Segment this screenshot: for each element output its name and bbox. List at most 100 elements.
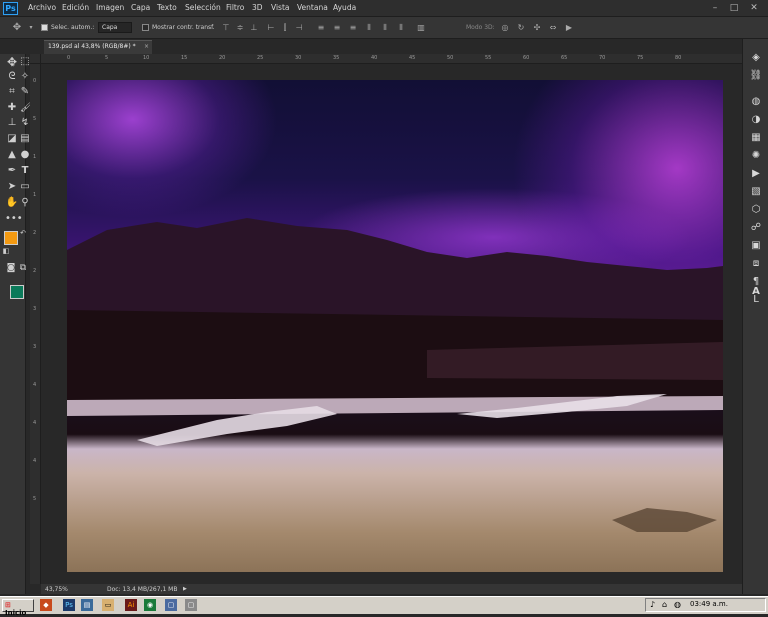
distribute-hcenter-icon[interactable]: ⦀	[380, 23, 390, 32]
volume-icon[interactable]: ♪	[650, 600, 655, 609]
menu-seleccion[interactable]: Selección	[185, 3, 221, 12]
brush-icon[interactable]: 🖌	[20, 101, 33, 115]
close-tab-icon[interactable]: ×	[144, 43, 149, 50]
status-menu-arrow-icon[interactable]: ▶	[183, 586, 187, 592]
distribute-right-icon[interactable]: ⦀	[396, 23, 406, 32]
show-transform-label: Mostrar contr. transf.	[152, 24, 215, 31]
menu-texto[interactable]: Texto	[157, 3, 177, 12]
zoom-level[interactable]: 43,75%	[45, 586, 68, 593]
more-icon[interactable]: •••	[5, 212, 23, 226]
align-top-icon[interactable]: ⊤	[221, 23, 231, 32]
adjustments-icon[interactable]: ◍	[749, 95, 763, 109]
scale-3d-icon[interactable]: ▶	[564, 23, 574, 32]
app2-taskbar-icon[interactable]: ▢	[185, 599, 197, 611]
horizontal-ruler[interactable]: 0 5 10 15 20 25 30 35 40 45 50 55 60 65 …	[41, 54, 742, 64]
pen-icon[interactable]: ✒	[5, 164, 19, 178]
distribute-top-icon[interactable]: ≡	[316, 23, 326, 32]
move-icon[interactable]: ✥	[5, 55, 19, 69]
history-brush-icon[interactable]: ↯	[20, 116, 30, 130]
zoom-icon[interactable]: ⚲	[20, 196, 30, 210]
auto-select-checkbox[interactable]	[41, 24, 48, 31]
menu-imagen[interactable]: Imagen	[96, 3, 124, 12]
start-button[interactable]: ⊞ Inicio	[2, 599, 34, 617]
healing-icon[interactable]: ✚	[5, 101, 19, 115]
distribute-bottom-icon[interactable]: ≡	[348, 23, 358, 32]
settings-icon[interactable]: ✺	[749, 149, 763, 163]
slide-3d-icon[interactable]: ⇔	[548, 23, 558, 32]
drag-3d-icon[interactable]: ✣	[532, 23, 542, 32]
type-panel-icon[interactable]: A	[749, 285, 763, 299]
shape-icon[interactable]: ▭	[20, 180, 30, 194]
orbit-3d-icon[interactable]: ◎	[500, 23, 510, 32]
quick-mask-icon[interactable]: ◙	[4, 261, 18, 275]
background-color-swatch[interactable]	[10, 285, 24, 299]
photoshop-taskbar-icon[interactable]: Ps	[63, 599, 75, 611]
menu-archivo[interactable]: Archivo	[28, 3, 56, 12]
ruler-tick: 4	[33, 382, 37, 388]
type-icon[interactable]: T	[20, 164, 30, 178]
crop-icon[interactable]: ⌗	[5, 85, 19, 99]
3d-panel-icon[interactable]: ⬡	[749, 203, 763, 217]
document-tab[interactable]: 139.psd al 43,8% (RGB/8#) * ×	[44, 40, 152, 54]
menu-ventana[interactable]: Ventana	[297, 3, 328, 12]
brush-panel-icon[interactable]: ▧	[749, 185, 763, 199]
menu-filtro[interactable]: Filtro	[226, 3, 244, 12]
swatches-icon[interactable]: ▦	[749, 131, 763, 145]
swap-colors-icon[interactable]: ↶	[19, 226, 27, 240]
timeline-icon[interactable]: ⧈	[749, 257, 763, 271]
blur-icon[interactable]: ▲	[5, 148, 19, 162]
foreground-color-swatch[interactable]	[4, 231, 18, 245]
lasso-icon[interactable]: ᘓ	[5, 70, 19, 84]
eyedropper-icon[interactable]: ✎	[20, 85, 30, 99]
align-left-icon[interactable]: ⊢	[266, 23, 276, 32]
distribute-left-icon[interactable]: ⦀	[364, 23, 374, 32]
menu-vista[interactable]: Vista	[271, 3, 290, 12]
align-vcenter-icon[interactable]: ≑	[235, 23, 245, 32]
auto-align-icon[interactable]: ▥	[416, 23, 426, 32]
stamp-icon[interactable]: ⊥	[5, 116, 19, 130]
play-icon[interactable]: ▶	[749, 167, 763, 181]
close-button[interactable]: ✕	[748, 2, 760, 14]
antivirus-icon[interactable]: ◍	[674, 600, 681, 609]
properties-icon[interactable]: ☍	[749, 221, 763, 235]
align-hcenter-icon[interactable]: ⫿	[280, 23, 290, 32]
color-icon[interactable]: ◑	[749, 113, 763, 127]
menu-ayuda[interactable]: Ayuda	[333, 3, 356, 12]
explorer-taskbar-icon[interactable]: ▤	[81, 599, 93, 611]
app-taskbar-icon[interactable]: ▢	[165, 599, 177, 611]
align-right-icon[interactable]: ⊣	[294, 23, 304, 32]
eraser-icon[interactable]: ◪	[5, 132, 19, 146]
chevron-down-icon[interactable]: ▾	[26, 23, 36, 32]
channels-icon[interactable]: ⛓	[749, 69, 763, 83]
gradient-icon[interactable]: ▤	[20, 132, 30, 146]
screen-mode-icon[interactable]: ⧉	[18, 261, 28, 275]
layers-icon[interactable]: ◈	[749, 51, 763, 65]
menu-3d[interactable]: 3D	[252, 3, 263, 12]
ruler-origin[interactable]	[30, 54, 41, 64]
folder-taskbar-icon[interactable]: ▭	[102, 599, 114, 611]
hand-icon[interactable]: ✋	[5, 196, 19, 210]
vertical-ruler[interactable]: 0 5 1 1 2 2 3 3 4 4 4 5	[30, 64, 41, 584]
menu-edicion[interactable]: Edición	[62, 3, 89, 12]
magic-wand-icon[interactable]: ✧	[20, 70, 30, 84]
illustrator-taskbar-icon[interactable]: Ai	[125, 599, 137, 611]
distribute-vcenter-icon[interactable]: ≡	[332, 23, 342, 32]
move-tool-preset-icon[interactable]: ✥	[12, 23, 22, 33]
clock[interactable]: 03:49 a.m.	[690, 600, 728, 608]
show-transform-checkbox[interactable]	[142, 24, 149, 31]
document-image[interactable]	[67, 80, 723, 572]
auto-select-dropdown[interactable]: Capa	[98, 22, 132, 33]
roll-3d-icon[interactable]: ↻	[516, 23, 526, 32]
library-icon[interactable]: ▣	[749, 239, 763, 253]
path-select-icon[interactable]: ➤	[5, 180, 19, 194]
brave-browser-icon[interactable]: ◆	[40, 599, 52, 611]
marquee-icon[interactable]: ⬚	[20, 55, 30, 69]
chrome-taskbar-icon[interactable]: ◉	[144, 599, 156, 611]
dodge-icon[interactable]: ●	[20, 148, 30, 162]
maximize-button[interactable]: □	[728, 2, 740, 14]
minimize-button[interactable]: –	[709, 2, 721, 14]
network-icon[interactable]: ⌂	[662, 600, 667, 609]
align-bottom-icon[interactable]: ⊥	[249, 23, 259, 32]
menu-capa[interactable]: Capa	[131, 3, 150, 12]
default-colors-icon[interactable]: ◧	[2, 244, 10, 258]
